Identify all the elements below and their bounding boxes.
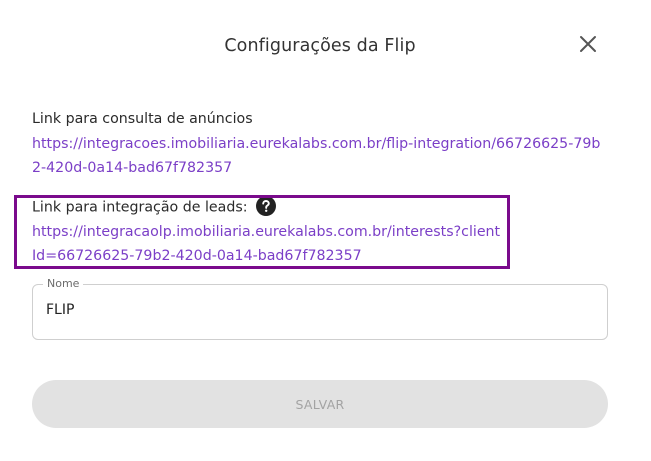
close-button[interactable] (576, 32, 600, 56)
name-field-label: Nome (43, 277, 84, 290)
name-input[interactable] (46, 302, 586, 318)
save-button[interactable]: SALVAR (32, 380, 608, 428)
question-circle-icon[interactable] (256, 196, 277, 216)
ads-link-label: Link para consulta de anúncios (32, 111, 253, 127)
name-field[interactable]: Nome (32, 277, 608, 340)
dialog-title: Configurações da Flip (224, 36, 416, 56)
ads-link-url[interactable]: https://integracoes.imobiliaria.eurekala… (32, 132, 602, 180)
flip-settings-dialog: Configurações da Flip Link para consulta… (0, 0, 651, 461)
close-icon (580, 36, 596, 52)
leads-link-label-row: Link para integração de leads: (32, 196, 277, 216)
leads-link-label: Link para integração de leads: (32, 199, 248, 216)
leads-link-url[interactable]: https://integracaolp.imobiliaria.eurekal… (32, 220, 502, 268)
